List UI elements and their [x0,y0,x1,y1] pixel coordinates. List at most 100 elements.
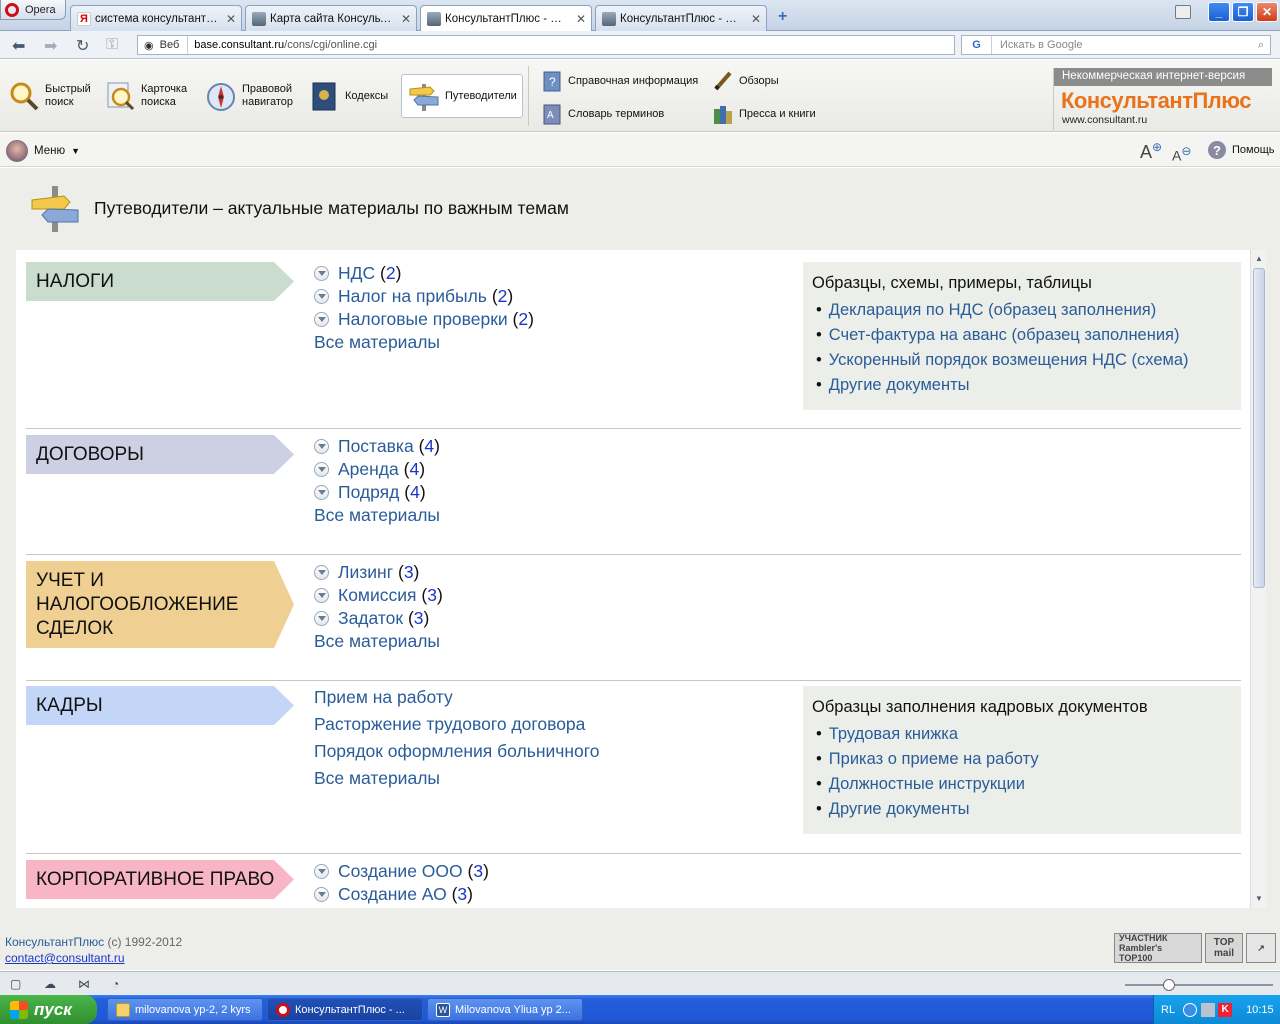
topic-link[interactable]: Подряд [338,481,399,504]
new-tab-button[interactable]: + [778,8,787,26]
all-materials-link[interactable]: Все материалы [314,765,600,792]
copyright-brand[interactable]: КонсультантПлюс [5,935,104,949]
contact-link[interactable]: contact@consultant.ru [5,951,125,965]
chevron-down-icon[interactable] [314,864,329,879]
taskbar-item[interactable]: КонсультантПлюс - ... [267,998,423,1021]
topic-item[interactable]: Налоговые проверки (2) [314,308,534,331]
share-icon[interactable]: ⋈ [78,977,90,991]
chevron-down-icon[interactable] [314,462,329,477]
minimize-button[interactable]: _ [1208,2,1230,22]
panel-toggle-icon[interactable]: ▢ [10,977,21,991]
topic-item[interactable]: Задаток (3) [314,607,443,630]
chevron-down-icon[interactable] [314,565,329,580]
chevron-down-icon[interactable] [314,887,329,902]
key-icon[interactable]: ⚿ [106,36,118,54]
close-icon[interactable]: ✕ [401,12,411,26]
opera-menu-button[interactable]: Opera [0,0,66,20]
topic-item[interactable]: Комиссия (3) [314,584,443,607]
section-label[interactable]: НАЛОГИ [26,262,294,301]
topic-link[interactable]: Лизинг [338,561,393,584]
all-materials-link[interactable]: Все материалы [314,630,443,653]
topic-item[interactable]: Поставка (4) [314,435,440,458]
topic-link[interactable]: Создание АО [338,883,447,906]
rambler-badge[interactable]: УЧАСТНИК Rambler's TOP100 [1114,933,1202,963]
section-label[interactable]: КОРПОРАТИВНОЕ ПРАВО [26,860,294,899]
restore-button[interactable]: ❐ [1232,2,1254,22]
scroll-up-icon[interactable]: ▲ [1253,252,1265,265]
reference-info-button[interactable]: ? Справочная информация [541,69,698,93]
close-icon[interactable]: ✕ [751,12,761,26]
antivirus-icon[interactable]: K [1218,1002,1233,1017]
search-bar[interactable]: G Искать в Google ⌕ [961,35,1271,55]
topic-link[interactable]: Налоговые проверки [338,308,508,331]
arrow-out-icon[interactable]: ↗ [1246,933,1276,963]
google-icon[interactable]: G [962,36,992,54]
chevron-down-icon[interactable] [314,289,329,304]
scroll-down-icon[interactable]: ▼ [1253,892,1265,905]
topic-link[interactable]: Налог на прибыль [338,285,487,308]
all-materials-link[interactable]: Все материалы [314,331,534,354]
sample-link[interactable]: Ускоренный порядок возмещения НДС (схема… [812,348,1232,373]
taskbar-item[interactable]: milovanova yp-2, 2 kyrs [107,998,263,1021]
close-window-button[interactable]: ✕ [1256,2,1278,22]
sample-link[interactable]: Трудовая книжка [812,722,1232,747]
address-bar[interactable]: ◉ Веб base.consultant.ru/cons/cgi/online.… [137,35,955,55]
topic-link[interactable]: Комиссия [338,584,417,607]
tab-4[interactable]: КонсультантПлюс - Пр... ✕ [595,5,767,31]
topmail-badge[interactable]: TOP mail [1205,933,1243,963]
reviews-button[interactable]: Обзоры [712,69,779,93]
sample-link[interactable]: Счет-фактура на аванс (образец заполнени… [812,323,1232,348]
topic-link[interactable]: Аренда [338,458,399,481]
section-label[interactable]: УЧЕТ И НАЛОГООБЛОЖЕНИЕ СДЕЛОК [26,561,294,648]
speed-icon[interactable]: ◔ [112,977,119,991]
chevron-down-icon[interactable] [314,439,329,454]
search-icon[interactable]: ⌕ [1258,39,1270,52]
tray-arrow-icon[interactable] [1183,1002,1198,1017]
chevron-down-icon[interactable] [314,485,329,500]
guides-button[interactable]: Путеводители [401,74,523,118]
trash-icon[interactable] [1175,5,1191,19]
network-icon[interactable] [1201,1002,1216,1017]
topic-item[interactable]: Лизинг (3) [314,561,443,584]
close-icon[interactable]: ✕ [576,12,586,26]
search-input[interactable]: Искать в Google [992,39,1258,51]
address-mode[interactable]: ◉ Веб [138,36,189,54]
sample-link[interactable]: Приказ о приеме на работу [812,747,1232,772]
start-button[interactable]: пуск [0,995,97,1024]
topic-link[interactable]: Поставка [338,435,414,458]
zoom-slider-knob[interactable] [1163,979,1175,991]
help-button[interactable]: ? Помощь [1208,141,1275,159]
topic-link[interactable]: Порядок оформления больничного [314,738,600,765]
tab-1[interactable]: Я система консультант п... ✕ [70,5,242,31]
sample-link[interactable]: Другие документы [812,797,1232,822]
tab-2[interactable]: Карта сайта Консульта... ✕ [245,5,417,31]
topic-link[interactable]: Расторжение трудового договора [314,711,600,738]
tab-3[interactable]: КонсультантПлюс - Пу... ✕ [420,5,592,32]
font-decrease-button[interactable]: A⊖ [1172,144,1191,164]
all-materials-link[interactable]: Все материалы [314,504,440,527]
sample-link[interactable]: Должностные инструкции [812,772,1232,797]
chevron-down-icon[interactable] [314,611,329,626]
topic-item[interactable]: Создание ООО (3) [314,860,489,883]
scrollbar-thumb[interactable] [1253,268,1265,588]
url-text[interactable]: base.consultant.ru/cons/cgi/online.cgi [188,39,377,51]
section-label[interactable]: КАДРЫ [26,686,294,725]
zoom-slider[interactable] [1125,979,1273,991]
reload-icon[interactable]: ↻ [76,36,89,56]
sample-link[interactable]: Декларация по НДС (образец заполнения) [812,298,1232,323]
topic-link[interactable]: Прием на работу [314,684,600,711]
cloud-icon[interactable]: ☁ [44,977,56,991]
topic-link[interactable]: НДС [338,262,375,285]
press-books-button[interactable]: Пресса и книги [712,102,816,126]
language-indicator[interactable]: RL [1161,1004,1175,1016]
chevron-down-icon[interactable] [314,588,329,603]
search-card-button[interactable]: Карточка поиска [104,74,187,118]
quick-search-button[interactable]: Быстрый поиск [8,74,91,118]
legal-navigator-button[interactable]: Правовой навигатор [205,74,293,118]
chevron-down-icon[interactable] [314,312,329,327]
taskbar-item[interactable]: W Milovanova Yliua yp 2... [427,998,583,1021]
sample-link[interactable]: Другие документы [812,373,1232,398]
topic-item[interactable]: Создание АО (3) [314,883,489,906]
chevron-down-icon[interactable] [314,266,329,281]
forward-icon[interactable]: ➡ [44,36,57,56]
